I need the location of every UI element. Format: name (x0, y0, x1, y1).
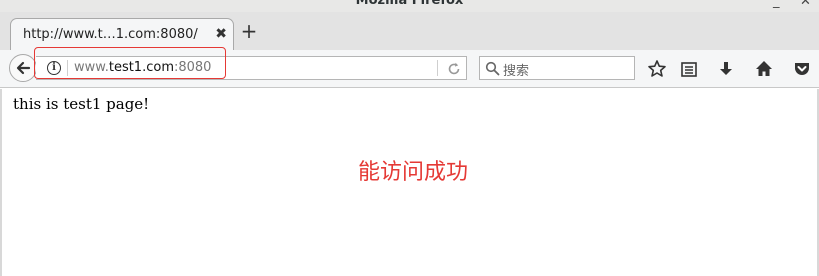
new-tab-button[interactable]: + (239, 20, 259, 44)
success-annotation: 能访问成功 (358, 160, 469, 185)
window-title: Mozilla Firefox (355, 0, 464, 8)
bookmark-star-icon[interactable] (647, 59, 667, 79)
search-bar[interactable]: 搜索 (479, 56, 635, 80)
reload-icon[interactable] (446, 61, 462, 77)
page-content: this is test1 page! 能访问成功 (0, 89, 819, 276)
window-titlebar: Mozilla Firefox _ ✕ (0, 0, 819, 12)
url-separator-right (437, 60, 438, 76)
close-window-button[interactable]: ✕ (800, 0, 811, 9)
search-icon (485, 61, 500, 76)
back-button[interactable] (9, 54, 37, 82)
search-placeholder: 搜索 (503, 64, 530, 79)
tab-strip: http://www.t…1.com:8080/ ✖ + (0, 12, 819, 51)
reading-list-icon[interactable] (679, 59, 699, 79)
pocket-icon[interactable] (792, 59, 812, 79)
back-icon (16, 61, 31, 75)
url-highlight-box (34, 47, 226, 79)
home-icon[interactable] (754, 59, 774, 79)
minimize-button[interactable]: _ (773, 0, 780, 9)
page-body-text: this is test1 page! (13, 95, 150, 113)
tab-close-icon[interactable]: ✖ (215, 26, 227, 42)
download-icon[interactable] (716, 59, 736, 79)
tab-title: http://www.t…1.com:8080/ (23, 27, 198, 42)
